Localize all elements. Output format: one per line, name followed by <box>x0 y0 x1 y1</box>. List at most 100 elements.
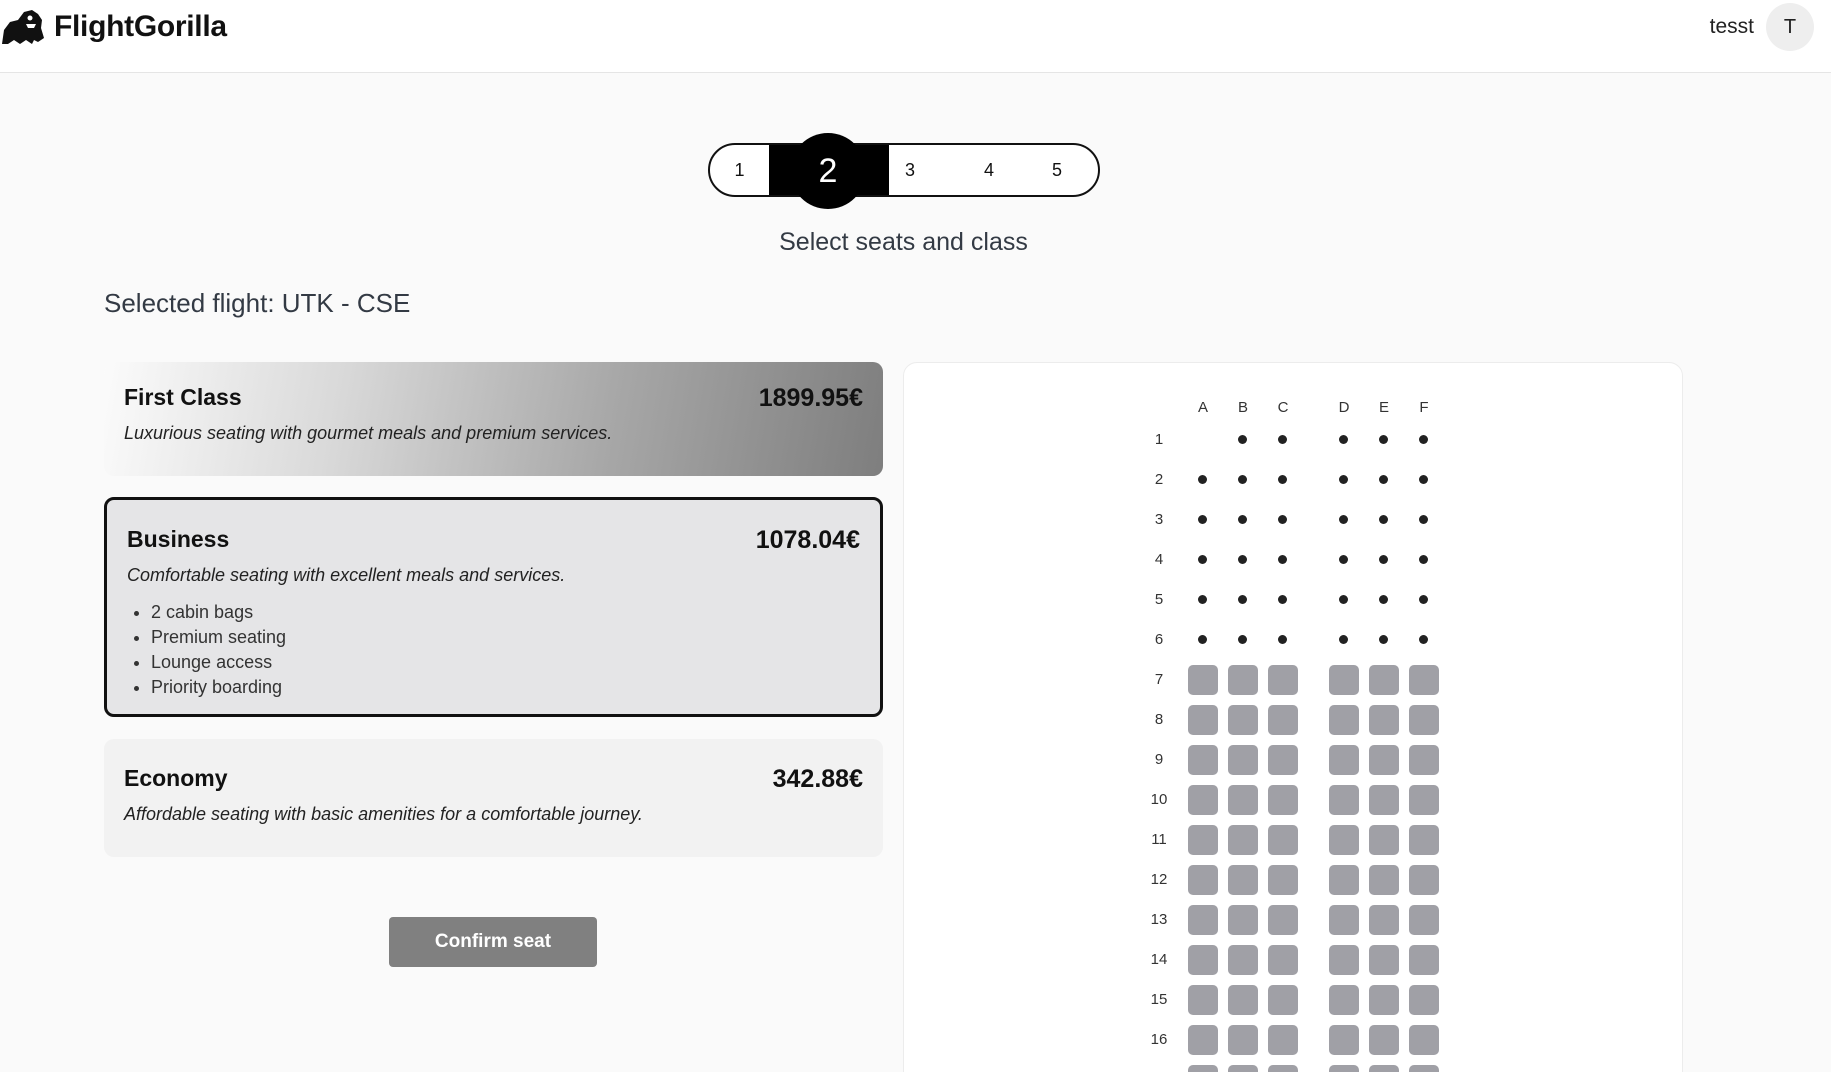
step-4[interactable]: 4 <box>931 145 1047 195</box>
seat-16A[interactable] <box>1188 1025 1218 1055</box>
seat-8A[interactable] <box>1188 705 1218 735</box>
step-2-track: 2 <box>769 133 889 209</box>
class-card-first[interactable]: First Class 1899.95€ Luxurious seating w… <box>104 362 883 476</box>
seat-row: 8 <box>904 703 1682 737</box>
seat-9E[interactable] <box>1369 745 1399 775</box>
seat-8E[interactable] <box>1369 705 1399 735</box>
seat-13F[interactable] <box>1409 905 1439 935</box>
seat-7F[interactable] <box>1409 665 1439 695</box>
seat-10D[interactable] <box>1329 785 1359 815</box>
seat-17A[interactable] <box>1188 1065 1218 1072</box>
seat-row-number: 15 <box>1150 991 1168 1008</box>
seat-map: ABCDEF 1234567891011121314151617 <box>903 362 1683 1072</box>
seat-16F[interactable] <box>1409 1025 1439 1055</box>
seat-15D[interactable] <box>1329 985 1359 1015</box>
seat-12B[interactable] <box>1228 865 1258 895</box>
seat-7D[interactable] <box>1329 665 1359 695</box>
seat-7A[interactable] <box>1188 665 1218 695</box>
seat-12D[interactable] <box>1329 865 1359 895</box>
seat-14F[interactable] <box>1409 945 1439 975</box>
seat-row-number: 11 <box>1151 831 1167 848</box>
seat-row: 15 <box>904 983 1682 1017</box>
brand[interactable]: FlightGorilla <box>0 4 227 50</box>
seat-9B[interactable] <box>1228 745 1258 775</box>
seat-16E[interactable] <box>1369 1025 1399 1055</box>
seat-12F[interactable] <box>1409 865 1439 895</box>
seat-9F[interactable] <box>1409 745 1439 775</box>
seat-8F[interactable] <box>1409 705 1439 735</box>
seat-8B[interactable] <box>1228 705 1258 735</box>
confirm-seat-button[interactable]: Confirm seat <box>389 917 597 967</box>
seat-14B[interactable] <box>1228 945 1258 975</box>
seat-row: 10 <box>904 783 1682 817</box>
seat-10E[interactable] <box>1369 785 1399 815</box>
seat-11E[interactable] <box>1369 825 1399 855</box>
seat-10A[interactable] <box>1188 785 1218 815</box>
seat-11C[interactable] <box>1268 825 1298 855</box>
seat-14D[interactable] <box>1329 945 1359 975</box>
seat-7B[interactable] <box>1228 665 1258 695</box>
seat-7E[interactable] <box>1369 665 1399 695</box>
seat-14A[interactable] <box>1188 945 1218 975</box>
avatar[interactable]: T <box>1766 3 1814 51</box>
seat-7C[interactable] <box>1268 665 1298 695</box>
step-1[interactable]: 1 <box>710 145 769 195</box>
seat-17E[interactable] <box>1369 1065 1399 1072</box>
seat-15C[interactable] <box>1268 985 1298 1015</box>
user-menu[interactable]: tesst T <box>1710 3 1814 51</box>
seat-16D[interactable] <box>1329 1025 1359 1055</box>
step-5[interactable]: 5 <box>1047 145 1067 195</box>
seat-13A[interactable] <box>1188 905 1218 935</box>
seat-16B[interactable] <box>1228 1025 1258 1055</box>
seat-12E[interactable] <box>1369 865 1399 895</box>
seat-10C[interactable] <box>1268 785 1298 815</box>
seat-14E[interactable] <box>1369 945 1399 975</box>
seat-9D[interactable] <box>1329 745 1359 775</box>
seat-11B[interactable] <box>1228 825 1258 855</box>
class-card-economy[interactable]: Economy 342.88€ Affordable seating with … <box>104 739 883 857</box>
seat-occupied-4B <box>1238 555 1247 564</box>
seat-15A[interactable] <box>1188 985 1218 1015</box>
seat-occupied-1C <box>1278 435 1287 444</box>
seat-10F[interactable] <box>1409 785 1439 815</box>
seat-row: 7 <box>904 663 1682 697</box>
seat-9C[interactable] <box>1268 745 1298 775</box>
seat-occupied-3F <box>1419 515 1428 524</box>
booking-stepper: 1 2 3 4 5 <box>708 133 1100 209</box>
seat-17C[interactable] <box>1268 1065 1298 1072</box>
seat-8C[interactable] <box>1268 705 1298 735</box>
seat-17B[interactable] <box>1228 1065 1258 1072</box>
seat-occupied-5B <box>1238 595 1247 604</box>
seat-8D[interactable] <box>1329 705 1359 735</box>
seat-14C[interactable] <box>1268 945 1298 975</box>
seat-11A[interactable] <box>1188 825 1218 855</box>
seat-occupied-5E <box>1379 595 1388 604</box>
seat-row-number: 8 <box>1154 711 1164 728</box>
seat-13D[interactable] <box>1329 905 1359 935</box>
seat-16C[interactable] <box>1268 1025 1298 1055</box>
seat-occupied-6B <box>1238 635 1247 644</box>
seat-13E[interactable] <box>1369 905 1399 935</box>
class-card-business[interactable]: Business 1078.04€ Comfortable seating wi… <box>104 497 883 717</box>
step-3[interactable]: 3 <box>889 145 931 195</box>
seat-row-number: 7 <box>1154 671 1164 688</box>
seat-13C[interactable] <box>1268 905 1298 935</box>
seat-13B[interactable] <box>1228 905 1258 935</box>
seat-12C[interactable] <box>1268 865 1298 895</box>
seat-17D[interactable] <box>1329 1065 1359 1072</box>
seat-row: 13 <box>904 903 1682 937</box>
seat-column-letter: C <box>1277 399 1289 416</box>
seat-17F[interactable] <box>1409 1065 1439 1072</box>
seat-12A[interactable] <box>1188 865 1218 895</box>
seat-11F[interactable] <box>1409 825 1439 855</box>
seat-row: 5 <box>904 583 1682 617</box>
step-2-active[interactable]: 2 <box>790 133 866 209</box>
seat-11D[interactable] <box>1329 825 1359 855</box>
seat-15B[interactable] <box>1228 985 1258 1015</box>
seat-row-number: 2 <box>1154 471 1164 488</box>
class-description: Affordable seating with basic amenities … <box>124 804 643 824</box>
seat-10B[interactable] <box>1228 785 1258 815</box>
seat-15F[interactable] <box>1409 985 1439 1015</box>
seat-15E[interactable] <box>1369 985 1399 1015</box>
seat-9A[interactable] <box>1188 745 1218 775</box>
